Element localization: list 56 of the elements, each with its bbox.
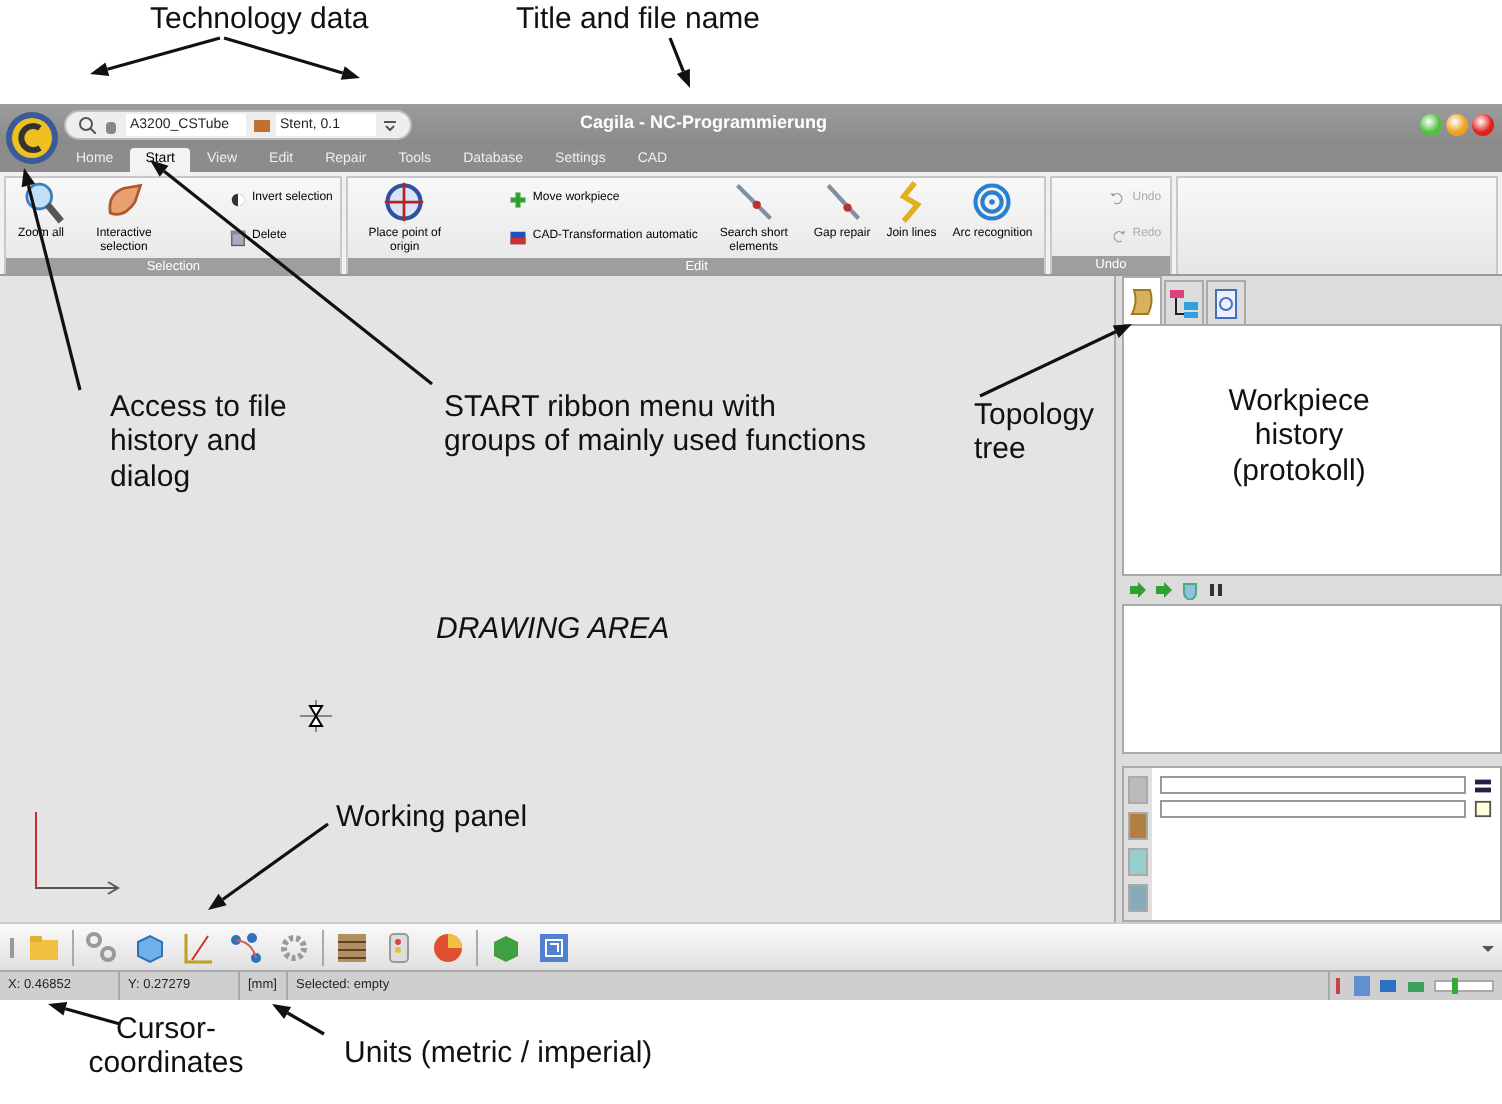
slider-thumb[interactable]	[1451, 978, 1457, 994]
toolbar-button[interactable]	[226, 927, 266, 967]
maximize-button[interactable]	[1446, 113, 1468, 135]
gear-icon	[276, 929, 312, 965]
document-icon	[1210, 287, 1242, 319]
annotation-label: Units (metric / imperial)	[344, 1036, 653, 1071]
pointer-arrow	[90, 36, 221, 76]
close-button[interactable]	[1472, 113, 1494, 135]
annotation-label: DRAWING AREA	[436, 612, 670, 647]
cube-icon	[132, 929, 168, 965]
annotation-label: Title and file name	[516, 2, 761, 37]
axis-cross-drawing	[32, 808, 124, 896]
pointer-arrow	[272, 1004, 325, 1036]
nodes-icon	[228, 929, 264, 965]
grid-icon	[536, 929, 572, 965]
scroll-icon	[1126, 285, 1158, 317]
chain-icon	[84, 929, 120, 965]
annotation-label: Topology tree	[974, 398, 1094, 467]
redo-icon	[1108, 225, 1129, 246]
minimize-button[interactable]	[1420, 113, 1442, 135]
pointer-arrow	[223, 36, 360, 80]
panel-tab[interactable]	[1164, 280, 1204, 324]
film-icon	[334, 929, 370, 965]
plus-icon	[508, 189, 529, 209]
side-tab[interactable]	[1128, 812, 1148, 840]
annotation-label: Workpiece history (protokoll)	[1226, 384, 1372, 488]
pie-chart-icon	[430, 929, 466, 965]
equals-icon	[1474, 777, 1492, 793]
pause-icon	[1206, 580, 1226, 601]
line-icon	[731, 180, 776, 224]
pointer-arrow	[48, 1002, 121, 1026]
crosshair-icon	[382, 180, 427, 224]
app-logo-icon[interactable]	[4, 110, 60, 166]
trash-icon	[228, 227, 249, 247]
overflow-icon	[1480, 941, 1496, 953]
graph-icon	[180, 929, 216, 965]
contrast-icon	[228, 189, 249, 209]
marker-icon	[1330, 976, 1346, 996]
hourglass-cursor-icon	[300, 700, 332, 732]
annotation-label: Technology data	[150, 2, 369, 37]
annotation-label: Cursor-coordinates	[86, 1012, 246, 1081]
grip-icon	[8, 937, 16, 957]
pointer-arrow	[668, 37, 690, 88]
annotation-label: START ribbon menu with groups of mainly used functions	[444, 390, 868, 459]
pointer-arrow	[208, 822, 329, 910]
annotation-label: Access to file history and dialog	[110, 390, 289, 494]
magnifier-icon	[19, 180, 63, 224]
window-title: Cagila - NC-Programmierung	[580, 110, 828, 137]
shield-icon	[1180, 580, 1200, 601]
input-field[interactable]	[1160, 800, 1466, 818]
select-field[interactable]	[1160, 776, 1466, 794]
help-icon	[1474, 800, 1492, 818]
arrow-icon	[1154, 580, 1174, 601]
annotation-label: Working panel	[336, 800, 528, 835]
arrow-icon	[1128, 580, 1148, 601]
tree-icon	[1168, 287, 1200, 319]
